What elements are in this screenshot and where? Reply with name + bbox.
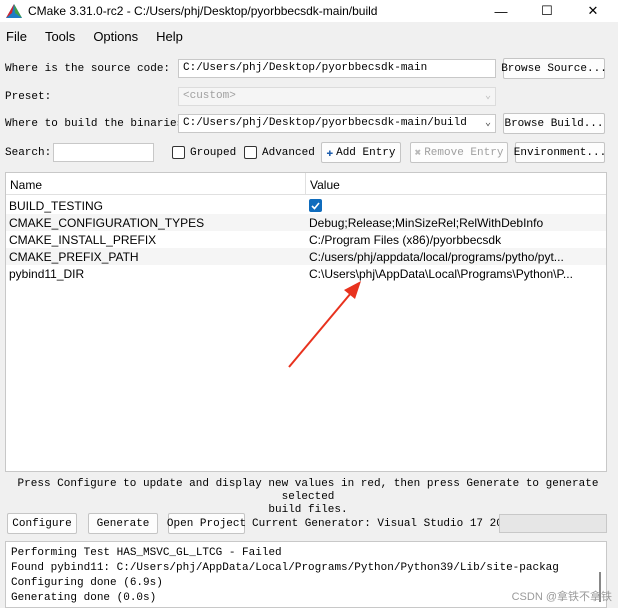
menu-tools[interactable]: Tools bbox=[39, 29, 81, 44]
annotation-arrow-icon bbox=[288, 281, 361, 368]
remove-entry-button[interactable]: ✖ Remove Entry bbox=[410, 142, 508, 163]
title-bar: CMake 3.31.0-rc2 - C:/Users/phj/Desktop/… bbox=[0, 0, 618, 22]
progress-bar bbox=[499, 514, 607, 533]
log-line: Performing Test HAS_MSVC_GL_LTCG - Faile… bbox=[11, 547, 282, 559]
preset-value: <custom> bbox=[183, 90, 236, 102]
chevron-down-icon: ⌄ bbox=[484, 118, 491, 129]
grouped-label: Grouped bbox=[190, 146, 237, 159]
remove-entry-label: Remove Entry bbox=[424, 146, 504, 159]
minimize-button[interactable]: — bbox=[478, 0, 524, 22]
search-label: Search: bbox=[5, 147, 52, 159]
search-input[interactable] bbox=[53, 143, 154, 162]
hint-line-1: Press Configure to update and display ne… bbox=[17, 478, 599, 503]
advanced-label: Advanced bbox=[262, 146, 315, 159]
maximize-button[interactable]: ☐ bbox=[524, 0, 570, 22]
build-path-value: C:/Users/phj/Desktop/pyorbbecsdk-main/bu… bbox=[183, 117, 467, 129]
close-icon: ✕ bbox=[587, 3, 599, 18]
close-button[interactable]: ✕ bbox=[570, 0, 616, 22]
menu-file[interactable]: File bbox=[0, 29, 33, 44]
build-path-input[interactable]: C:/Users/phj/Desktop/pyorbbecsdk-main/bu… bbox=[178, 114, 496, 133]
preset-label: Preset: bbox=[5, 91, 52, 103]
maximize-icon: ☐ bbox=[541, 3, 553, 18]
environment-button[interactable]: Environment... bbox=[514, 142, 606, 163]
window-title: CMake 3.31.0-rc2 - C:/Users/phj/Desktop/… bbox=[28, 4, 378, 18]
menu-help[interactable]: Help bbox=[150, 29, 189, 44]
cmake-logo-icon bbox=[6, 4, 22, 18]
grouped-checkbox[interactable]: Grouped bbox=[172, 146, 236, 159]
checkbox-box bbox=[172, 146, 185, 159]
menu-bar: File Tools Options Help bbox=[0, 26, 189, 46]
plus-icon: ✚ bbox=[326, 147, 334, 160]
open-project-button[interactable]: Open Project bbox=[167, 513, 246, 534]
menu-options[interactable]: Options bbox=[87, 29, 144, 44]
watermark: CSDN @拿铁不拿铁 bbox=[511, 591, 612, 603]
preset-dropdown[interactable]: <custom> ⌄ bbox=[178, 87, 496, 106]
configure-button[interactable]: Configure bbox=[7, 513, 77, 534]
minimize-icon: — bbox=[494, 3, 508, 19]
advanced-checkbox[interactable]: Advanced bbox=[244, 146, 315, 159]
browse-build-button[interactable]: Browse Build... bbox=[503, 113, 605, 134]
build-label: Where to build the binaries: bbox=[5, 118, 190, 130]
source-path-input[interactable]: C:/Users/phj/Desktop/pyorbbecsdk-main bbox=[178, 59, 496, 78]
log-line: Generating done (0.0s) bbox=[11, 592, 157, 604]
remove-icon: ✖ bbox=[414, 147, 422, 160]
chevron-down-icon: ⌄ bbox=[484, 91, 491, 102]
browse-source-button[interactable]: Browse Source... bbox=[501, 58, 607, 79]
add-entry-button[interactable]: ✚ Add Entry bbox=[321, 142, 401, 163]
log-line: Configuring done (6.9s) bbox=[11, 577, 163, 589]
source-label: Where is the source code: bbox=[5, 63, 171, 75]
current-generator-text: Current Generator: Visual Studio 17 2022 bbox=[252, 518, 517, 530]
cache-table[interactable]: Name Value BUILD_TESTING CMAKE_CONFIGURA… bbox=[5, 172, 607, 472]
generate-button[interactable]: Generate bbox=[88, 513, 158, 534]
source-path-value: C:/Users/phj/Desktop/pyorbbecsdk-main bbox=[183, 62, 428, 74]
checkbox-box bbox=[244, 146, 257, 159]
configure-hint: Press Configure to update and display ne… bbox=[8, 478, 608, 517]
log-line: Found pybind11: C:/Users/phj/AppData/Loc… bbox=[11, 562, 559, 574]
add-entry-label: Add Entry bbox=[336, 146, 396, 159]
